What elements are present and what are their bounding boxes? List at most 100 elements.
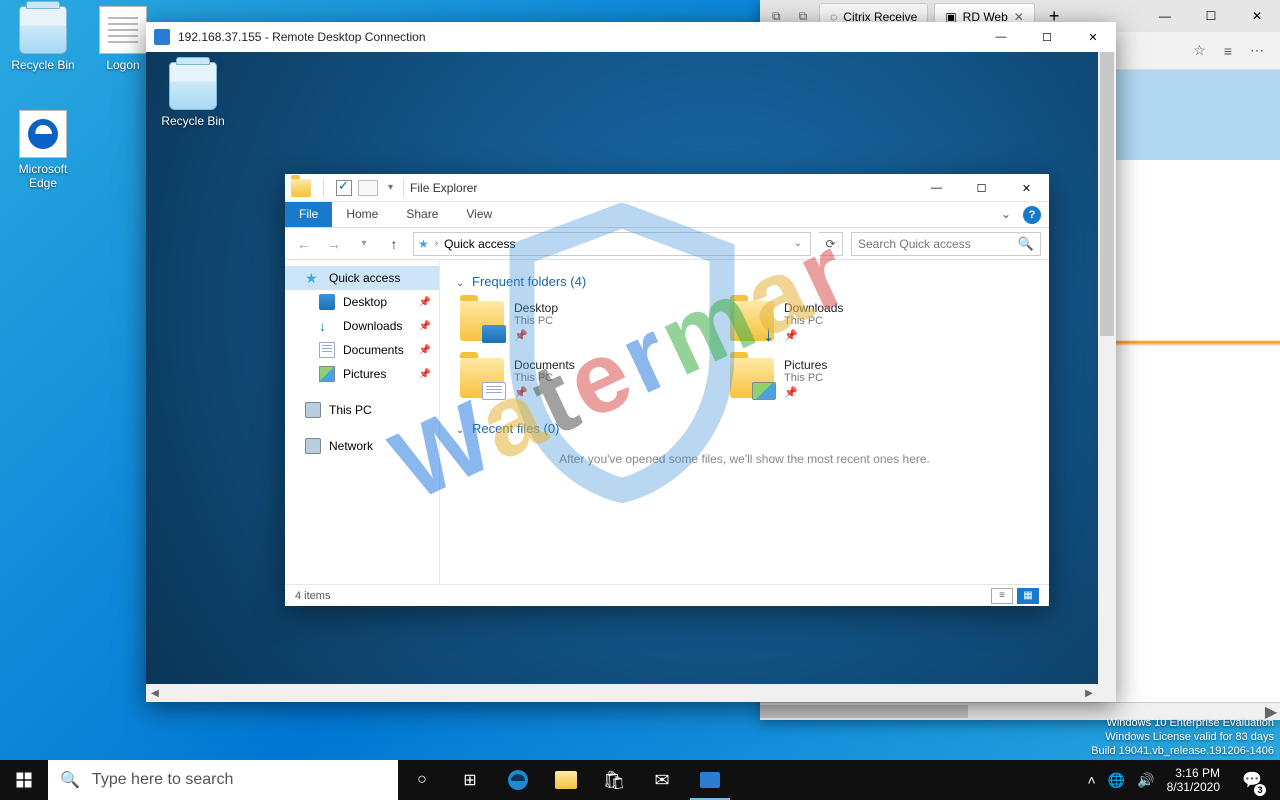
chevron-right-icon[interactable]: ›	[435, 238, 438, 249]
taskbar-app-file-explorer[interactable]	[542, 760, 590, 800]
section-frequent-folders[interactable]: ⌄ Frequent folders (4)	[456, 274, 1033, 289]
cortana-button[interactable]: ○	[398, 760, 446, 800]
quick-access-toolbar: ▾	[291, 179, 397, 197]
folder-item-desktop[interactable]: DesktopThis PC📌	[456, 297, 696, 346]
taskbar-app-store[interactable]: 🛍	[590, 760, 638, 800]
remote-desktop-icon-recycle-bin[interactable]: Recycle Bin	[158, 62, 228, 128]
taskbar-app-mail[interactable]: ✉	[638, 760, 686, 800]
sidebar-item-label: Desktop	[343, 295, 387, 309]
favorite-icon[interactable]: ☆	[1193, 42, 1206, 59]
folder-name: Pictures	[784, 358, 827, 372]
sidebar-item-label: Network	[329, 439, 373, 453]
refresh-button[interactable]: ⟳	[819, 232, 843, 256]
sidebar-item-network[interactable]: Network	[285, 434, 439, 458]
fe-navbar: ← → ▾ ↑ ★ › Quick access ⌄ ⟳ 🔍	[285, 228, 1049, 260]
sidebar-item-label: Documents	[343, 343, 404, 357]
notification-badge: 3	[1254, 784, 1266, 796]
tray-overflow-icon[interactable]: ˄	[1088, 772, 1096, 788]
rdc-h-scrollbar[interactable]: ◀ ▶	[146, 684, 1116, 702]
rdc-maximize-button[interactable]: ☐	[1024, 22, 1070, 52]
desktop-icon-recycle-bin[interactable]: Recycle Bin	[8, 6, 78, 72]
rdc-titlebar[interactable]: 192.168.37.155 - Remote Desktop Connecti…	[146, 22, 1116, 52]
section-label: Frequent folders (4)	[472, 274, 586, 289]
nav-forward-button[interactable]: →	[323, 233, 345, 255]
fe-minimize-button[interactable]: —	[914, 174, 959, 202]
ribbon-view-tab[interactable]: View	[452, 202, 506, 227]
ribbon-expand-icon[interactable]: ⌄	[993, 202, 1019, 227]
rdc-v-scrollbar[interactable]	[1098, 52, 1116, 684]
taskbar-app-edge[interactable]	[494, 760, 542, 800]
view-details-button[interactable]: ≡	[991, 588, 1013, 604]
search-input[interactable]	[858, 237, 1018, 251]
taskbar-search[interactable]: 🔍 Type here to search	[48, 760, 398, 800]
scrollbar-thumb[interactable]	[1100, 52, 1114, 336]
system-tray: ˄ 🌐 🔊 3:16 PM 8/31/2020 💬 3	[1080, 760, 1280, 800]
rdc-close-button[interactable]: ✕	[1070, 22, 1116, 52]
fe-close-button[interactable]: ✕	[1004, 174, 1049, 202]
fe-title: File Explorer	[410, 181, 477, 195]
qat-dropdown-icon[interactable]: ▾	[384, 182, 397, 193]
sidebar-item-this-pc[interactable]: This PC	[285, 398, 439, 422]
rdc-remote-desktop[interactable]: Recycle Bin Watermar ▾ File Explorer —	[146, 52, 1098, 684]
taskbar-clock[interactable]: 3:16 PM 8/31/2020	[1167, 766, 1220, 794]
section-recent-files[interactable]: ⌄ Recent files (0)	[456, 421, 1033, 436]
folder-item-pictures[interactable]: PicturesThis PC📌	[726, 354, 966, 403]
scrollbar-right-arrow-icon[interactable]: ▶	[1080, 684, 1098, 702]
sidebar-item-documents[interactable]: Documents 📌	[285, 338, 439, 362]
sidebar-item-label: Pictures	[343, 367, 386, 381]
address-dropdown-icon[interactable]: ⌄	[790, 238, 806, 249]
pin-icon: 📌	[784, 386, 827, 399]
clock-time: 3:16 PM	[1167, 766, 1220, 780]
folder-item-downloads[interactable]: DownloadsThis PC📌	[726, 297, 966, 346]
action-center-button[interactable]: 💬 3	[1232, 760, 1272, 800]
rdc-minimize-button[interactable]: —	[978, 22, 1024, 52]
ribbon-share-tab[interactable]: Share	[392, 202, 452, 227]
help-icon[interactable]: ?	[1023, 206, 1041, 224]
folder-icon	[460, 358, 504, 398]
sidebar-item-desktop[interactable]: Desktop 📌	[285, 290, 439, 314]
taskbar-app-rdc[interactable]	[686, 760, 734, 800]
nav-up-button[interactable]: ↑	[383, 233, 405, 255]
ribbon-home-tab[interactable]: Home	[332, 202, 392, 227]
task-view-button[interactable]: ⊞	[446, 760, 494, 800]
folder-item-documents[interactable]: DocumentsThis PC📌	[456, 354, 696, 403]
browser-maximize-button[interactable]: ☐	[1188, 0, 1234, 32]
search-box[interactable]: 🔍	[851, 232, 1041, 256]
desktop-icon-edge[interactable]: Microsoft Edge	[8, 110, 78, 190]
scrollbar-thumb[interactable]	[760, 705, 968, 718]
start-button[interactable]	[0, 760, 48, 800]
folder-name: Desktop	[514, 301, 558, 315]
separator	[323, 179, 324, 197]
nav-back-button[interactable]: ←	[293, 233, 315, 255]
folder-icon[interactable]	[291, 179, 311, 197]
nav-recent-dropdown[interactable]: ▾	[353, 233, 375, 255]
properties-qat-icon[interactable]	[336, 180, 352, 196]
ribbon-file-tab[interactable]: File	[285, 202, 332, 227]
view-tiles-button[interactable]: ▦	[1017, 588, 1039, 604]
scrollbar-left-arrow-icon[interactable]: ◀	[146, 684, 164, 702]
more-icon[interactable]: ⋯	[1250, 42, 1264, 59]
fe-maximize-button[interactable]: ☐	[959, 174, 1004, 202]
rdc-app-icon	[154, 29, 170, 45]
sidebar-item-downloads[interactable]: ↓ Downloads 📌	[285, 314, 439, 338]
fe-content-pane[interactable]: ⌄ Frequent folders (4) DesktopThis PC📌 Do…	[440, 260, 1049, 584]
sidebar-item-label: Downloads	[343, 319, 402, 333]
browser-close-button[interactable]: ✕	[1234, 0, 1280, 32]
address-bar[interactable]: ★ › Quick access ⌄	[413, 232, 811, 256]
empty-state-text: After you've opened some files, we'll sh…	[456, 452, 1033, 466]
sidebar-item-label: This PC	[329, 403, 372, 417]
folder-icon	[730, 358, 774, 398]
browser-minimize-button[interactable]: —	[1142, 0, 1188, 32]
new-folder-qat-icon[interactable]	[358, 180, 378, 196]
pc-icon	[305, 402, 321, 418]
network-icon	[305, 438, 321, 454]
volume-icon[interactable]: 🔊	[1137, 772, 1154, 789]
windows-logo-icon	[15, 771, 33, 789]
search-icon[interactable]: 🔍	[1018, 236, 1034, 252]
network-icon[interactable]: 🌐	[1108, 772, 1125, 789]
reading-list-icon[interactable]: ≡	[1224, 43, 1232, 59]
sidebar-item-pictures[interactable]: Pictures 📌	[285, 362, 439, 386]
pin-icon: 📌	[784, 329, 843, 342]
desktop-icon	[319, 294, 335, 310]
sidebar-item-quick-access[interactable]: ★ Quick access	[285, 266, 439, 290]
